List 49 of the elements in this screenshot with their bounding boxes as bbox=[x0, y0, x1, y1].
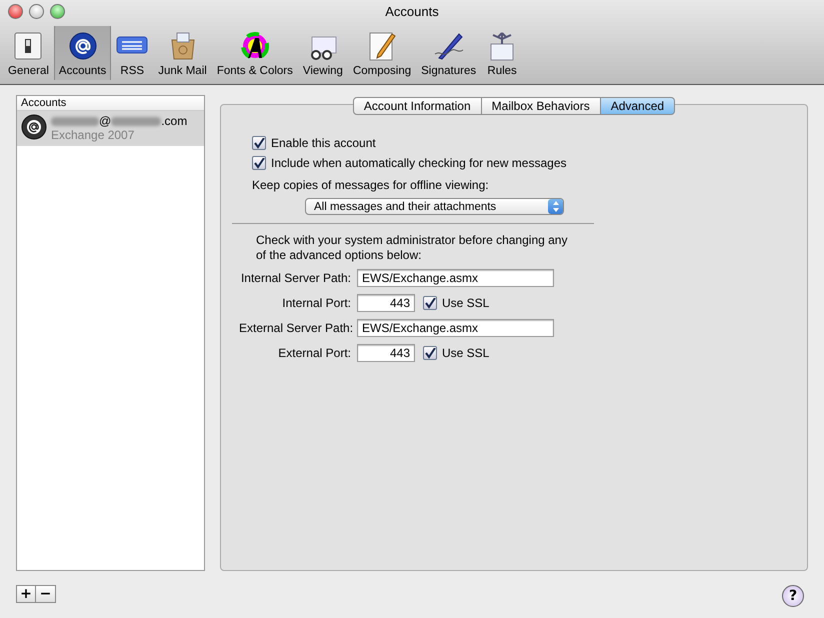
toolbar-item[interactable]: Composing bbox=[348, 26, 416, 80]
port-field[interactable]: 443 bbox=[357, 344, 415, 362]
checkbox[interactable] bbox=[423, 296, 437, 310]
window-title: Accounts bbox=[385, 4, 439, 19]
list-button[interactable]: + bbox=[16, 585, 36, 603]
account-type: Exchange 2007 bbox=[51, 128, 136, 142]
minimize-button[interactable] bbox=[29, 4, 44, 19]
toolbar-item[interactable]: RSS bbox=[111, 26, 154, 80]
field-label: External Port: bbox=[277, 346, 351, 360]
offline-label: Keep copies of messages for offline viewing: bbox=[252, 177, 490, 194]
path-field[interactable]: EWS/Exchange.asmx bbox=[357, 269, 554, 287]
switch-icon bbox=[12, 30, 44, 62]
checkbox-label: Include when automatically checking for new messages bbox=[271, 156, 566, 170]
tab[interactable]: Account Information bbox=[352, 97, 482, 115]
toolbar-item[interactable]: General bbox=[3, 26, 54, 80]
list-header: Accounts bbox=[17, 96, 204, 111]
port-field[interactable]: 443 bbox=[357, 294, 415, 312]
checkbox[interactable] bbox=[423, 346, 437, 360]
notice-text: Check with your system administrator before changing any of the advanced options below: bbox=[256, 233, 568, 263]
account-item[interactable]: @ .com Exchange 2007 bbox=[17, 111, 204, 146]
redacted-text bbox=[111, 116, 162, 126]
checkbox-label: Use SSL bbox=[442, 296, 490, 310]
field-label: Internal Port: bbox=[281, 296, 351, 310]
checkbox[interactable] bbox=[252, 136, 266, 150]
at-sign-icon bbox=[21, 114, 47, 140]
tab[interactable]: Mailbox Behaviors bbox=[482, 97, 601, 115]
toolbar-item[interactable]: Accounts bbox=[54, 26, 112, 80]
toolbar-item[interactable]: Signatures bbox=[416, 26, 482, 80]
toolbar-item[interactable]: Junk Mail bbox=[153, 26, 212, 80]
checkbox-label: Enable this account bbox=[271, 136, 376, 150]
email-text: @ bbox=[99, 114, 112, 128]
offline-popup[interactable]: All messages and their attachments bbox=[305, 198, 564, 215]
toolbar-item[interactable]: Fonts & Colors bbox=[212, 26, 298, 80]
redacted-text bbox=[51, 116, 99, 126]
checkbox-label: Use SSL bbox=[442, 346, 490, 360]
help-button[interactable]: ? bbox=[782, 585, 804, 607]
toolbar-item[interactable]: Viewing bbox=[298, 26, 348, 80]
email-text: .com bbox=[161, 114, 188, 128]
field-label: Internal Server Path: bbox=[240, 271, 351, 285]
zoom-button[interactable] bbox=[50, 4, 65, 19]
at-icon bbox=[66, 30, 99, 62]
tab[interactable]: Advanced bbox=[600, 97, 676, 115]
path-field[interactable]: EWS/Exchange.asmx bbox=[357, 319, 554, 337]
stepper-arrows-icon bbox=[552, 201, 560, 212]
field-label: External Server Path: bbox=[239, 321, 351, 335]
close-button[interactable] bbox=[8, 4, 23, 19]
list-button[interactable]: − bbox=[36, 585, 56, 603]
toolbar-item[interactable]: Rules bbox=[481, 26, 524, 80]
checkbox[interactable] bbox=[252, 156, 266, 170]
